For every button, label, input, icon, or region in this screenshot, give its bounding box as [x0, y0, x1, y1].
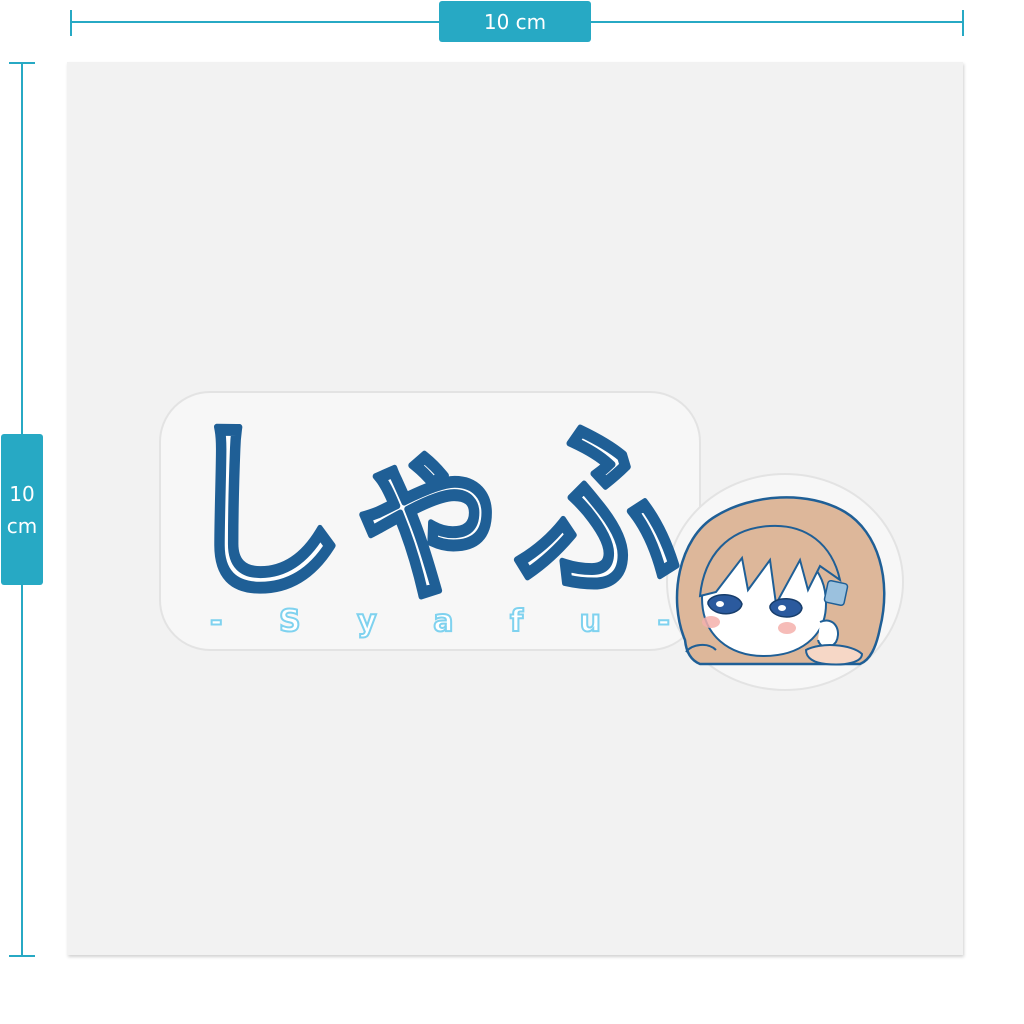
- sticker-title: しゃふ: [180, 402, 680, 623]
- chibi-girl-head-icon: [675, 496, 886, 666]
- sticker-subtitle: - S y a f u -: [210, 604, 670, 639]
- sticker-artwork: しゃふ - S y a f u -: [159, 391, 904, 691]
